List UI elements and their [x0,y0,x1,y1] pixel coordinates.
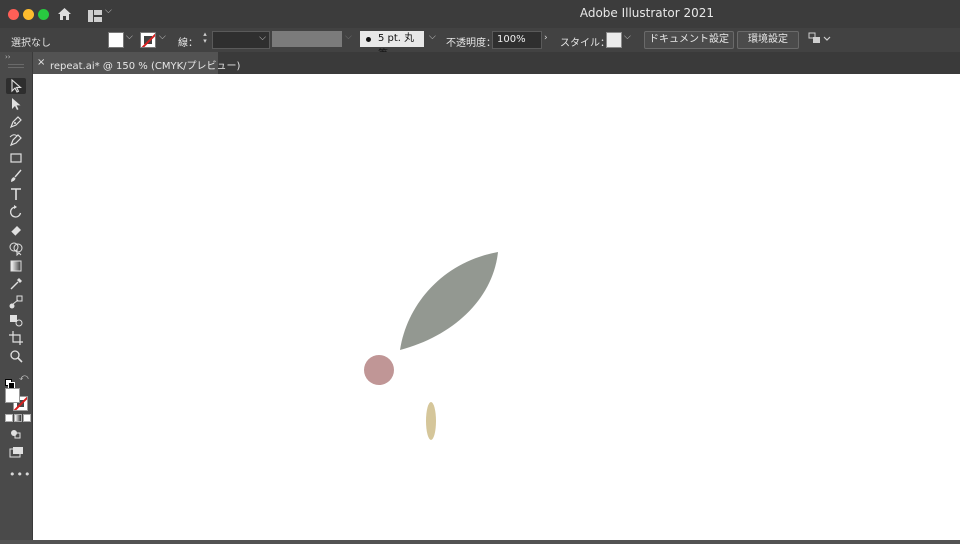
color-mode-icon[interactable] [5,414,13,422]
control-bar: 選択なし ⌵ ⌵ 線： ▴▾ ⌵ ⌵ 5 pt. 丸筆 ⌵ 不透明度： 100%… [0,28,960,60]
edit-toolbar-icon[interactable]: ••• [9,468,31,481]
eyedropper-tool-icon[interactable] [6,276,26,292]
preferences-button[interactable]: 環境設定 [737,31,799,49]
swap-fill-stroke-icon[interactable]: ⤺ [19,373,29,383]
profile-chevron-icon[interactable]: ⌵ [345,32,352,42]
close-tab-icon[interactable]: × [37,57,45,68]
app-title: Adobe Illustrator 2021 [579,6,714,20]
title-bar: ⌵ Adobe Illustrator 2021 [0,0,960,28]
eraser-tool-icon[interactable] [6,222,26,238]
zoom-window-button[interactable] [38,9,49,20]
opacity-value: 100% [497,34,526,45]
round-brush-icon [366,37,371,42]
symbol-sprayer-tool-icon[interactable] [6,312,26,328]
close-window-button[interactable] [8,9,19,20]
ellipse-shape[interactable] [426,402,436,440]
fill-color-swatch[interactable] [5,388,20,403]
style-dropdown-chevron-icon[interactable]: ⌵ [624,32,631,42]
document-tab-title: repeat.ai* @ 150 % (CMYK/プレビュー) [50,61,241,72]
document-setup-button[interactable]: ドキュメント設定 [644,31,734,49]
none-mode-icon[interactable] [23,414,31,422]
chevron-down-icon[interactable]: ⌵ [259,33,266,43]
chevron-down-icon[interactable]: ⌵ [105,6,112,16]
selection-tool-icon[interactable] [6,78,26,94]
brush-dropdown-chevron-icon[interactable]: ⌵ [429,32,436,42]
fill-stroke-swatches[interactable] [5,388,28,411]
pen-tool-icon[interactable] [6,114,26,130]
selection-status: 選択なし [11,38,51,49]
workspace-layout-icon[interactable] [88,7,102,26]
variable-width-profile[interactable] [272,31,342,47]
home-icon[interactable] [57,6,72,25]
panel-grip[interactable] [8,64,24,68]
drawing-mode-icon[interactable] [6,426,26,442]
circle-shape[interactable] [364,355,394,385]
rotate-tool-icon[interactable] [6,204,26,220]
shape-builder-tool-icon[interactable] [6,240,26,256]
stroke-weight-label: 線： [178,38,198,49]
tools-panel: ›› ⤺ ••• [0,52,33,540]
stroke-weight-input[interactable]: ⌵ [212,31,270,49]
brush-definition[interactable]: 5 pt. 丸筆 [360,31,424,60]
screen-mode-icon[interactable] [6,444,26,460]
minimize-window-button[interactable] [23,9,34,20]
document-tab-bar: × repeat.ai* @ 150 % (CMYK/プレビュー) [32,52,960,74]
artboard-canvas[interactable] [33,74,960,540]
direct-selection-tool-icon[interactable] [6,96,26,112]
artwork [364,252,498,440]
document-tab[interactable]: × repeat.ai* @ 150 % (CMYK/プレビュー) [32,52,240,74]
fill-dropdown-chevron-icon[interactable]: ⌵ [126,32,133,42]
leaf-shape[interactable] [400,252,498,350]
style-label: スタイル： [560,38,610,49]
gradient-tool-icon[interactable] [6,258,26,274]
opacity-chevron-right-icon[interactable]: › [544,33,548,43]
rectangle-tool-icon[interactable] [6,150,26,166]
stroke-weight-stepper[interactable]: ▴ ▾ [199,31,211,47]
paintbrush-tool-icon[interactable] [6,168,26,184]
arrange-documents-icon[interactable] [808,32,832,49]
gradient-mode-icon[interactable] [14,414,22,422]
opacity-input[interactable]: 100% [492,31,542,49]
collapse-panel-icon[interactable]: ›› [5,53,11,61]
blend-tool-icon[interactable] [6,294,26,310]
graphic-style-swatch[interactable] [606,32,622,48]
curvature-tool-icon[interactable] [6,132,26,148]
type-tool-icon[interactable] [6,186,26,202]
stroke-swatch[interactable] [140,32,156,48]
fill-swatch[interactable] [108,32,124,48]
stroke-dropdown-chevron-icon[interactable]: ⌵ [159,32,166,42]
opacity-label: 不透明度： [446,38,496,49]
artboard-tool-icon[interactable] [6,330,26,346]
zoom-tool-icon[interactable] [6,348,26,364]
